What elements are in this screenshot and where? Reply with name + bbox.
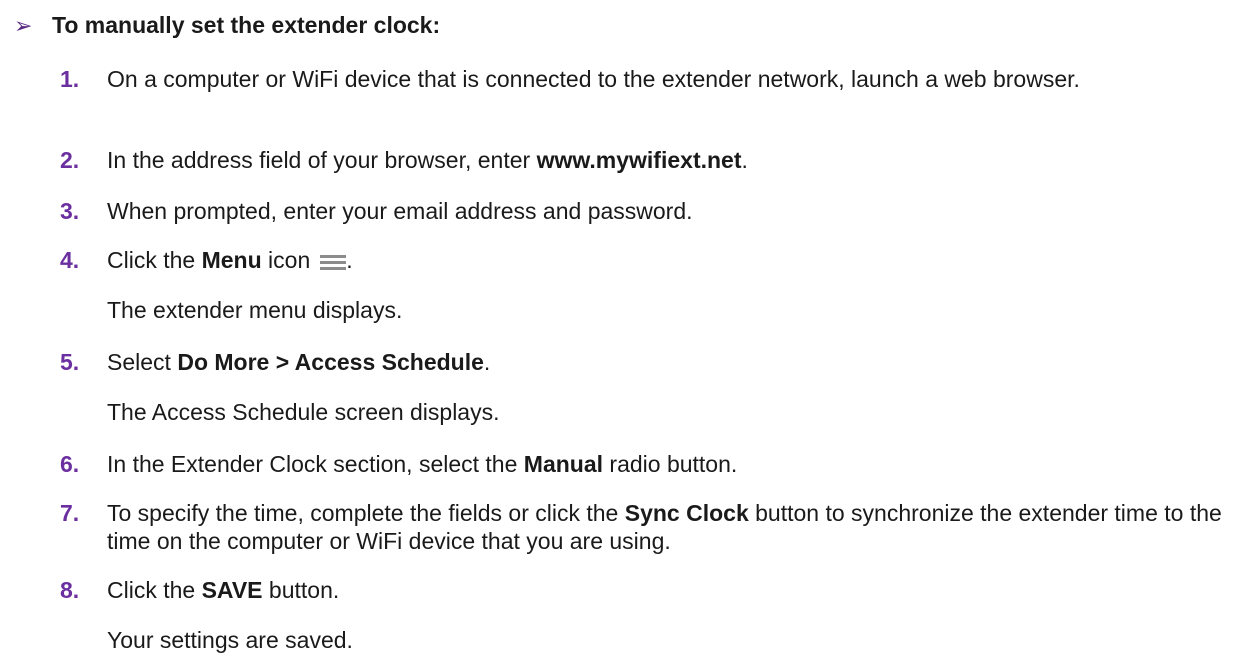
step-number: 6. [60, 451, 80, 477]
step-4: 4. Click the Menu icon. [60, 246, 1237, 274]
sync-clock-label: Sync Clock [624, 500, 749, 526]
step-number: 2. [60, 147, 80, 173]
step-text: When prompted, enter your email address … [107, 198, 693, 224]
step-6: 6. In the Extender Clock section, select… [60, 450, 1237, 478]
step-number: 3. [60, 198, 80, 224]
step-text: Click the SAVE button. [107, 577, 340, 603]
step-number: 1. [60, 66, 80, 92]
manual-label: Manual [523, 451, 604, 477]
step-5-note: The Access Schedule screen displays. [107, 399, 500, 425]
step-number: 8. [60, 577, 80, 603]
procedure-title: To manually set the extender clock: [52, 12, 441, 38]
step-text: In the Extender Clock section, select th… [107, 451, 738, 477]
step-1: 1. On a computer or WiFi device that is … [60, 65, 1237, 93]
step-text: On a computer or WiFi device that is con… [107, 66, 1080, 92]
arrow-bullet-icon: ➢ [14, 12, 33, 38]
step-3: 3. When prompted, enter your email addre… [60, 197, 1237, 225]
menu-path: Do More > Access Schedule [177, 349, 484, 375]
step-5: 5. Select Do More > Access Schedule. [60, 348, 1237, 376]
menu-icon [320, 254, 347, 270]
step-2: 2. In the address field of your browser,… [60, 146, 1237, 174]
step-text: Click the Menu icon. [107, 247, 353, 273]
menu-label: Menu [201, 247, 262, 273]
step-4-note: The extender menu displays. [107, 297, 403, 323]
procedure-heading: ➢ To manually set the extender clock: [14, 12, 440, 39]
step-text: In the address field of your browser, en… [107, 147, 748, 173]
step-8-note: Your settings are saved. [107, 627, 353, 653]
step-number: 7. [60, 500, 80, 526]
step-7: 7. To specify the time, complete the fie… [60, 499, 1237, 555]
step-number: 5. [60, 349, 80, 375]
step-8: 8. Click the SAVE button. [60, 576, 1237, 604]
url-text: www.mywifiext.net [536, 147, 742, 173]
step-text: To specify the time, complete the fields… [107, 500, 1222, 554]
step-text: Select Do More > Access Schedule. [107, 349, 491, 375]
step-number: 4. [60, 247, 80, 273]
save-label: SAVE [201, 577, 263, 603]
